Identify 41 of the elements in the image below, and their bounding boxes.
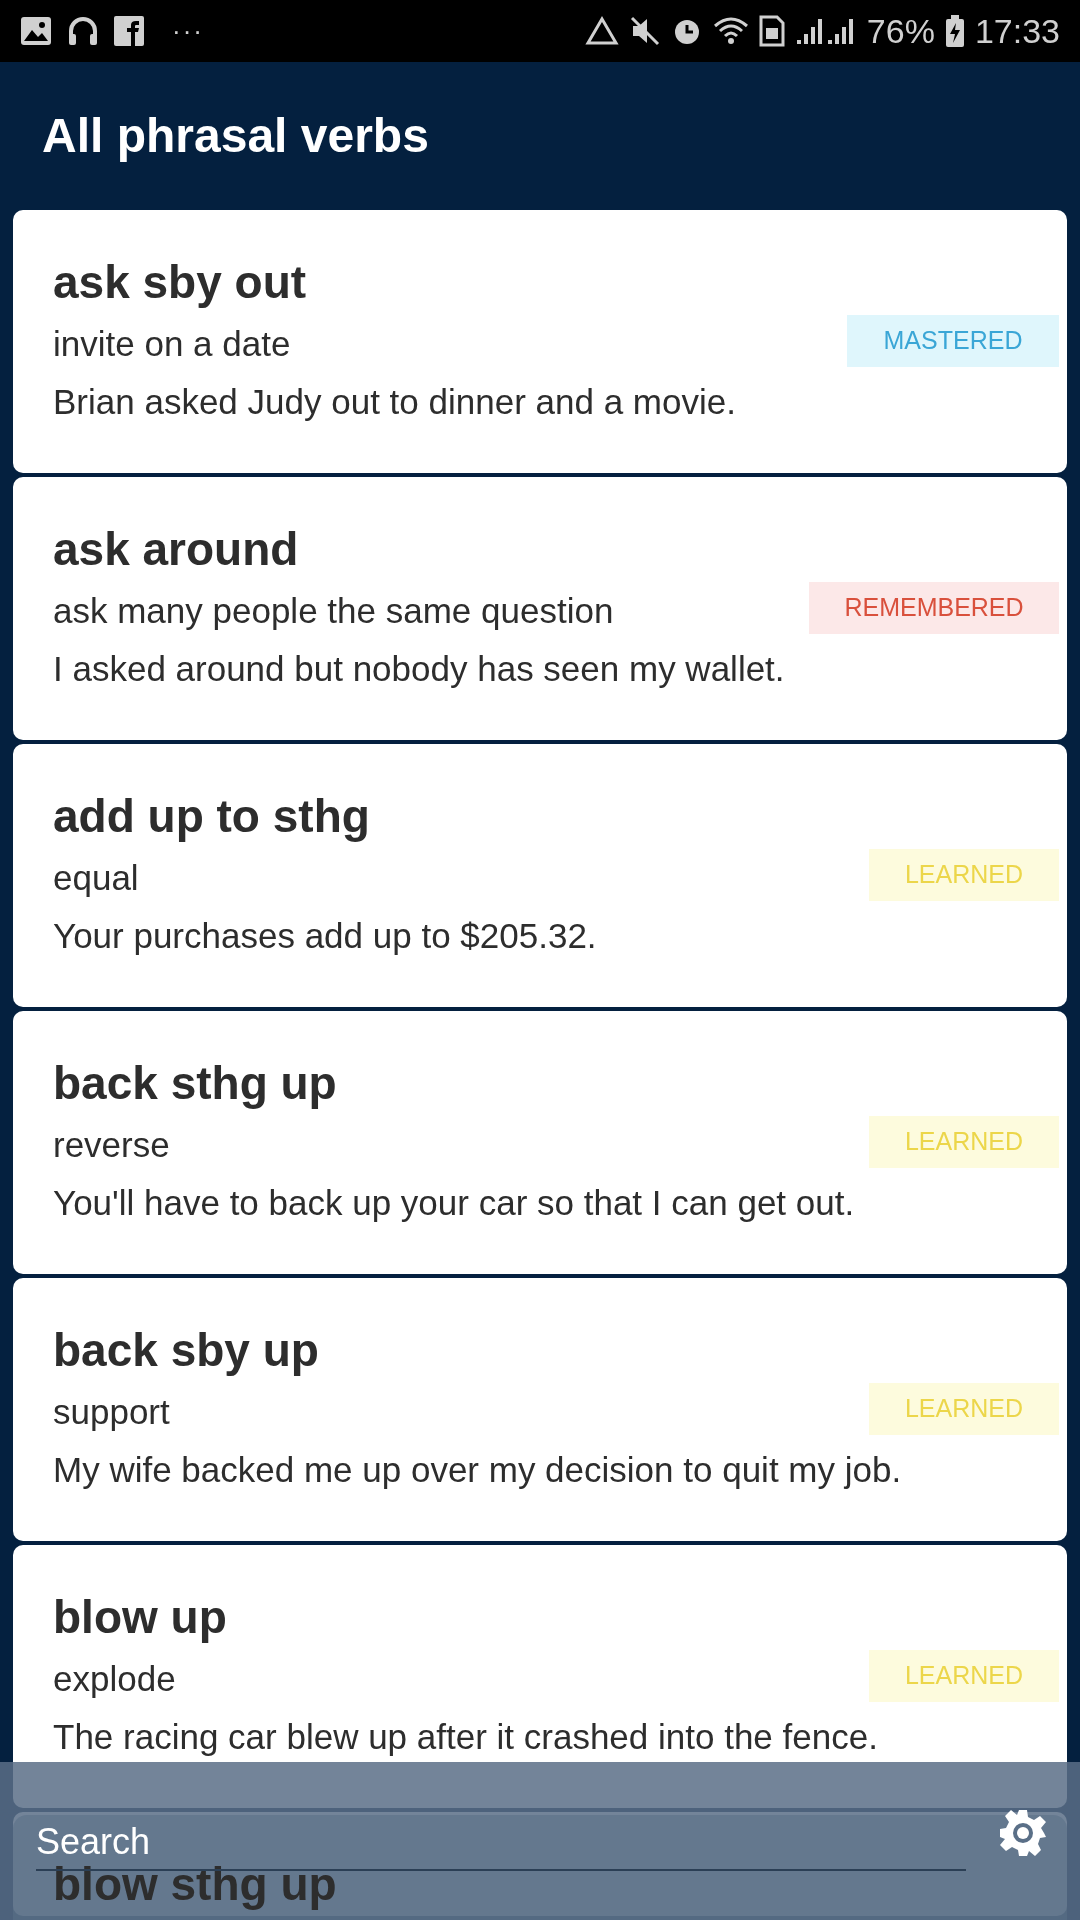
status-badge: MASTERED [847,315,1059,367]
battery-icon [944,15,965,47]
verb-card[interactable]: back sthg up reverse You'll have to back up your car so that I can get out. LEARNED [13,1011,1067,1274]
example-sentence: Your purchases add up to $205.32. [53,915,597,957]
status-badge: LEARNED [869,1116,1059,1168]
meaning-text: ask many people the same question [53,590,614,632]
headphones-icon [68,15,98,47]
phrase-title: back sthg up [53,1056,337,1111]
phrase-title: blow up [53,1590,227,1645]
meaning-text: explode [53,1658,176,1700]
more-notifications: ··· [172,14,204,48]
wifi-icon [712,16,749,46]
meaning-text: equal [53,857,139,899]
phrase-title: back sby up [53,1323,319,1378]
status-badge: LEARNED [869,849,1059,901]
phrase-title: add up to sthg [53,789,370,844]
settings-icon[interactable] [998,1808,1048,1858]
meaning-text: reverse [53,1124,170,1166]
clock-time: 17:33 [974,10,1060,52]
status-badge: REMEMBERED [809,582,1059,634]
verb-card[interactable]: ask around ask many people the same question I asked around but nobody has seen my wallet. REMEMBERED [13,477,1067,740]
screen-title: All phrasal verbs [42,108,429,164]
phrase-title: ask sby out [53,255,307,310]
status-badge: LEARNED [869,1650,1059,1702]
verb-card[interactable]: ask sby out invite on a date Brian asked Judy out to dinner and a movie. MASTERED [13,210,1067,473]
battery-percentage: 76% [866,10,935,52]
meaning-text: support [53,1391,170,1433]
mute-icon [628,15,661,47]
verb-card[interactable]: add up to sthg equal Your purchases add up to $205.32. LEARNED [13,744,1067,1007]
example-sentence: Brian asked Judy out to dinner and a movie. [53,381,736,423]
example-sentence: You'll have to back up your car so that I can get out. [53,1182,855,1224]
image-icon [20,16,52,46]
meaning-text: invite on a date [53,323,291,365]
sim-icon [758,15,785,47]
verb-card[interactable]: back sby up support My wife backed me up over my decision to quit my job. LEARNED [13,1278,1067,1541]
example-sentence: I asked around but nobody has seen my wallet. [53,648,785,690]
example-sentence: The racing car blew up after it crashed into the fence. [53,1716,878,1758]
example-sentence: My wife backed me up over my decision to quit my job. [53,1449,902,1491]
status-badge: LEARNED [869,1383,1059,1435]
phrase-title: ask around [53,522,299,577]
app-icon [114,16,144,46]
